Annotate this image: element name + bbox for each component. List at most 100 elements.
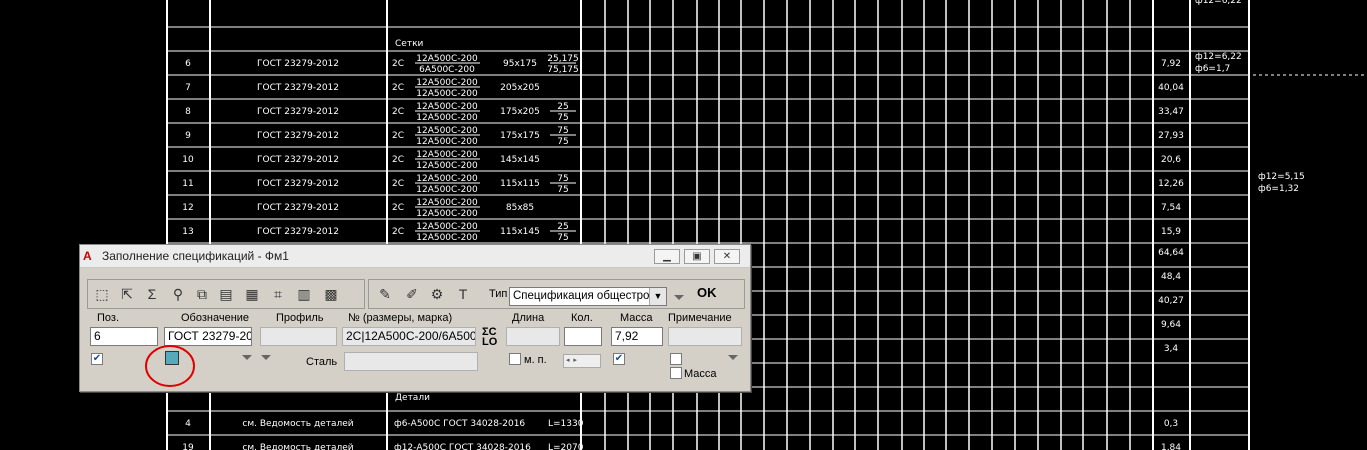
row-size: 115х145 (500, 227, 540, 237)
note-label: Примечание (668, 312, 732, 324)
massa-checkbox[interactable]: ✔ (613, 353, 625, 365)
calculator-icon[interactable]: ▦ (242, 284, 262, 304)
section-detali-label: Детали (395, 393, 430, 403)
row-mass: 12,26 (1158, 179, 1184, 189)
row-size: 85х85 (506, 203, 534, 213)
bottom-len: L=2070 (548, 443, 584, 450)
number-input[interactable]: 2С|12А500С-200/6А500С-2 (342, 327, 476, 346)
row-pos: 7 (185, 83, 191, 93)
massa-note-label: Масса (684, 368, 717, 380)
paste-icon[interactable]: ▤ (216, 284, 236, 304)
side-mass: 48,4 (1161, 272, 1181, 282)
kol-input[interactable] (564, 327, 602, 346)
row-prefix: 2С (392, 107, 404, 117)
zoom-icon[interactable]: ⚲ (168, 284, 188, 304)
pos-input[interactable]: 6 (90, 327, 158, 346)
row-mass: 20,6 (1161, 155, 1181, 165)
pick-object-icon[interactable]: ⬚ (92, 284, 112, 304)
grid-table-icon[interactable]: ▩ (321, 284, 341, 304)
sign-icon[interactable]: ΣC LO (482, 327, 497, 348)
row-frac-bot: 75,175 (547, 65, 579, 75)
autocad-icon: A (83, 249, 92, 263)
row-mass: 27,93 (1158, 131, 1184, 141)
note-input[interactable] (668, 327, 742, 346)
row-pos: 13 (182, 227, 193, 237)
oboz-label: Обозначение (181, 312, 250, 324)
chevron-down-icon: ▼ (649, 288, 666, 305)
massa-input[interactable]: 7,92 (611, 327, 663, 346)
brush-icon[interactable]: ✐ (402, 284, 422, 304)
sum-icon[interactable]: Σ (142, 284, 162, 304)
steel-label: Сталь (306, 356, 338, 368)
type-select-value: Спецификация общестрои (513, 290, 656, 302)
row-mass: 15,9 (1161, 227, 1181, 237)
minimize-button[interactable]: ▁ (654, 249, 680, 264)
note-checkbox-1[interactable] (670, 353, 682, 365)
row-doc: ГОСТ 23279-2012 (257, 83, 339, 93)
table-icon[interactable]: ▥ (294, 284, 314, 304)
pos-checkbox[interactable]: ✔ (91, 353, 103, 365)
oboz-input[interactable]: ГОСТ 23279-2012 (164, 327, 252, 346)
row-doc: ГОСТ 23279-2012 (257, 227, 339, 237)
side-mass: 9,64 (1161, 320, 1181, 330)
top-note: ф12=6,22 (1195, 0, 1242, 6)
row-bottom: 12А500С-200 (416, 137, 478, 147)
copy-icon[interactable]: ⧉ (192, 284, 212, 304)
settings-doc-icon[interactable]: ⚙ (427, 284, 447, 304)
row-pos: 6 (185, 59, 191, 69)
number-label: № (размеры, марка) (348, 312, 453, 324)
bottom-pos: 4 (185, 419, 191, 429)
row-doc: ГОСТ 23279-2012 (257, 203, 339, 213)
bottom-name: ф6-А500С ГОСТ 34028-2016 (394, 419, 525, 429)
type-label: Тип (489, 288, 508, 300)
massa-note-checkbox[interactable] (670, 367, 682, 379)
row-bottom: 6А500С-200 (419, 65, 475, 75)
row-pos: 12 (182, 203, 193, 213)
close-button[interactable]: ✕ (714, 249, 740, 264)
bottom-mass: 1,84 (1161, 443, 1181, 450)
mp-checkbox[interactable] (509, 353, 521, 365)
frame-icon[interactable]: ⌗ (268, 284, 288, 304)
row-bottom: 12А500С-200 (416, 113, 478, 123)
color-swatch-icon[interactable] (165, 351, 179, 365)
text-icon[interactable]: T (453, 284, 473, 304)
row-frac-bot: 75 (557, 185, 568, 195)
pick-cursor-icon[interactable]: ⇱ (117, 284, 137, 304)
steel-input[interactable] (344, 352, 478, 371)
row-mass: 7,54 (1161, 203, 1181, 213)
row-bottom: 12А500С-200 (416, 209, 478, 219)
row-bottom: 12А500С-200 (416, 185, 478, 195)
row-doc: ГОСТ 23279-2012 (257, 155, 339, 165)
row-size: 95х175 (503, 59, 537, 69)
kol-spinner[interactable]: ◂ ▸ (563, 354, 601, 368)
oboz-dropdown-arrow-icon[interactable] (242, 355, 252, 360)
row-size: 115х115 (500, 179, 540, 189)
dialog-titlebar[interactable]: A Заполнение спецификаций - Фм1 ▁ ▣ ✕ (80, 245, 750, 268)
profile-dropdown-arrow-icon[interactable] (261, 355, 271, 360)
row-size: 145х145 (500, 155, 540, 165)
bottom-pos: 19 (182, 443, 194, 450)
type-dropdown-arrow-icon[interactable] (674, 295, 684, 300)
row-size: 205х205 (500, 83, 540, 93)
row-doc: ГОСТ 23279-2012 (257, 107, 339, 117)
pencil-icon[interactable]: ✎ (375, 284, 395, 304)
row-prefix: 2С (392, 59, 404, 69)
row-pos: 10 (182, 155, 194, 165)
row-prefix: 2С (392, 155, 404, 165)
side-mass: 64,64 (1158, 248, 1184, 258)
row-prefix: 2С (392, 83, 404, 93)
row-pos: 9 (185, 131, 191, 141)
maximize-button[interactable]: ▣ (684, 249, 710, 264)
note-dropdown-arrow-icon[interactable] (728, 355, 738, 360)
spec-dialog: A Заполнение спецификаций - Фм1 ▁ ▣ ✕ ⬚ … (79, 244, 751, 392)
profile-input[interactable] (260, 327, 337, 346)
type-select[interactable]: Спецификация общестрои ▼ (509, 287, 667, 306)
row-bottom: 12А500С-200 (416, 233, 478, 243)
ok-button[interactable]: OK (697, 285, 717, 300)
side-mass: 3,4 (1164, 344, 1179, 354)
row-prefix: 2С (392, 203, 404, 213)
length-input[interactable] (506, 327, 560, 346)
bottom-mass: 0,3 (1164, 419, 1178, 429)
row-prefix: 2С (392, 179, 404, 189)
row-note: ф12=6,22 (1195, 52, 1242, 62)
